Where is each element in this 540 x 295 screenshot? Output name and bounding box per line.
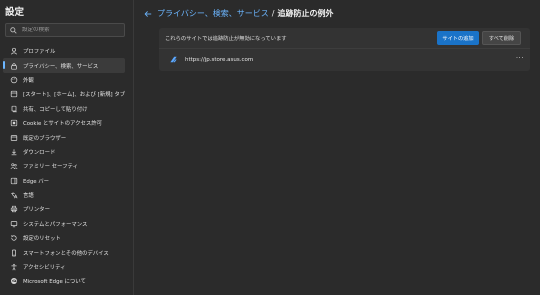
sidebar-item-label: 外観 — [23, 77, 34, 84]
sidebar-item-profile[interactable]: プロファイル — [3, 44, 125, 58]
sidebar-title: 設定 — [5, 7, 25, 18]
page-title: 追跡防止の例外 — [277, 9, 334, 18]
sidebar-item-label: Microsoft Edge について — [23, 279, 86, 286]
browser-icon — [9, 133, 18, 142]
sidebar-item-accessibility[interactable]: アクセシビリティ — [3, 260, 125, 274]
sidebar-item-label: プライバシー、検索、サービス — [23, 63, 99, 70]
add-site-button[interactable]: サイトの追加 — [437, 31, 479, 45]
sidebar-item-label: 共有、コピーして貼り付け — [23, 106, 88, 113]
profile-icon — [9, 47, 18, 56]
sidebar-item-label: システムとパフォーマンス — [23, 221, 88, 228]
accessibility-icon — [9, 263, 18, 272]
sidebar-item-family-safety[interactable]: ファミリー セーフティ — [3, 159, 125, 173]
sidebar-item-share-copy-paste[interactable]: 共有、コピーして貼り付け — [3, 102, 125, 116]
sidebar-item-phone-devices[interactable]: スマートフォンとその他のデバイス — [3, 245, 125, 259]
sidebar-item-label: アクセシビリティ — [23, 265, 66, 272]
appearance-icon — [9, 75, 18, 84]
card-header: これらのサイトでは追跡防止が無効になっています サイトの追加 すべて削除 — [159, 28, 530, 49]
main-content: プライバシー、検索、サービス / 追跡防止の例外 これらのサイトでは追跡防止が無… — [135, 0, 540, 295]
sidebar-item-label: 言語 — [23, 193, 34, 200]
lock-icon — [9, 61, 18, 70]
site-list-item: https://jp.store.asus.com ··· — [159, 49, 530, 70]
sidebar-item-privacy[interactable]: プライバシー、検索、サービス — [3, 58, 125, 73]
sidebar-item-label: [スタート]、[ホーム]、および [新規] タブ — [23, 92, 126, 99]
sidebar-item-downloads[interactable]: ダウンロード — [3, 145, 125, 159]
sidebar-item-languages[interactable]: 言語 — [3, 188, 125, 202]
site-url: https://jp.store.asus.com — [185, 56, 254, 63]
language-icon — [9, 191, 18, 200]
edge-logo-icon — [9, 277, 18, 286]
sidebar-item-reset-settings[interactable]: 設定のリセット — [3, 231, 125, 245]
asus-logo-icon — [170, 56, 177, 63]
sidebar-item-printers[interactable]: プリンター — [3, 202, 125, 216]
search-icon — [10, 26, 17, 34]
breadcrumb-link-privacy[interactable]: プライバシー、検索、サービス — [157, 8, 269, 19]
sidebar-item-label: 既定のブラウザー — [23, 135, 67, 142]
sidebar-item-default-browser[interactable]: 既定のブラウザー — [3, 130, 125, 144]
sidebar-item-label: ファミリー セーフティ — [23, 164, 78, 171]
sidebar-item-label: Edge バー — [23, 178, 50, 185]
sidebar-item-appearance[interactable]: 外観 — [3, 73, 125, 87]
sidebar-item-system-performance[interactable]: システムとパフォーマンス — [3, 217, 125, 231]
search-box[interactable] — [5, 23, 125, 37]
sidebar-item-label: 設定のリセット — [23, 236, 61, 243]
sidebar-item-label: ダウンロード — [23, 149, 56, 156]
card-description: これらのサイトでは追跡防止が無効になっています — [165, 36, 287, 42]
search-input[interactable] — [22, 27, 122, 33]
sidebar-nav: プロファイル プライバシー、検索、サービス 外観 [スタート]、[ホーム]、およ… — [3, 44, 125, 289]
sidebar-item-label: Cookie とサイトのアクセス許可 — [23, 121, 103, 128]
sidebar-item-edge-bar[interactable]: Edge バー — [3, 174, 125, 188]
sidebar-item-about-edge[interactable]: Microsoft Edge について — [3, 274, 125, 288]
breadcrumb: プライバシー、検索、サービス / 追跡防止の例外 — [144, 8, 333, 19]
back-arrow-icon[interactable] — [144, 10, 152, 18]
edge-bar-icon — [9, 176, 18, 185]
home-tab-icon — [9, 90, 18, 99]
remove-all-button[interactable]: すべて削除 — [482, 31, 521, 45]
phone-icon — [9, 248, 18, 257]
more-options-button[interactable]: ··· — [516, 54, 524, 62]
reset-icon — [9, 234, 18, 243]
sidebar: 設定 プロファイル プライバシー、検索、サービス 外観 [スタート]、[ホーム]… — [0, 0, 134, 295]
sidebar-item-cookies-permissions[interactable]: Cookie とサイトのアクセス許可 — [3, 116, 125, 130]
exceptions-card: これらのサイトでは追跡防止が無効になっています サイトの追加 すべて削除 htt… — [159, 28, 530, 71]
sidebar-item-label: スマートフォンとその他のデバイス — [23, 250, 109, 257]
sidebar-item-start-home-newtab[interactable]: [スタート]、[ホーム]、および [新規] タブ — [3, 87, 125, 101]
cookie-icon — [9, 119, 18, 128]
sidebar-item-label: プロファイル — [23, 49, 56, 56]
family-icon — [9, 162, 18, 171]
breadcrumb-separator: / — [271, 9, 275, 18]
download-icon — [9, 147, 18, 156]
printer-icon — [9, 205, 18, 214]
share-icon — [9, 104, 18, 113]
system-icon — [9, 219, 18, 228]
sidebar-item-label: プリンター — [23, 207, 50, 214]
